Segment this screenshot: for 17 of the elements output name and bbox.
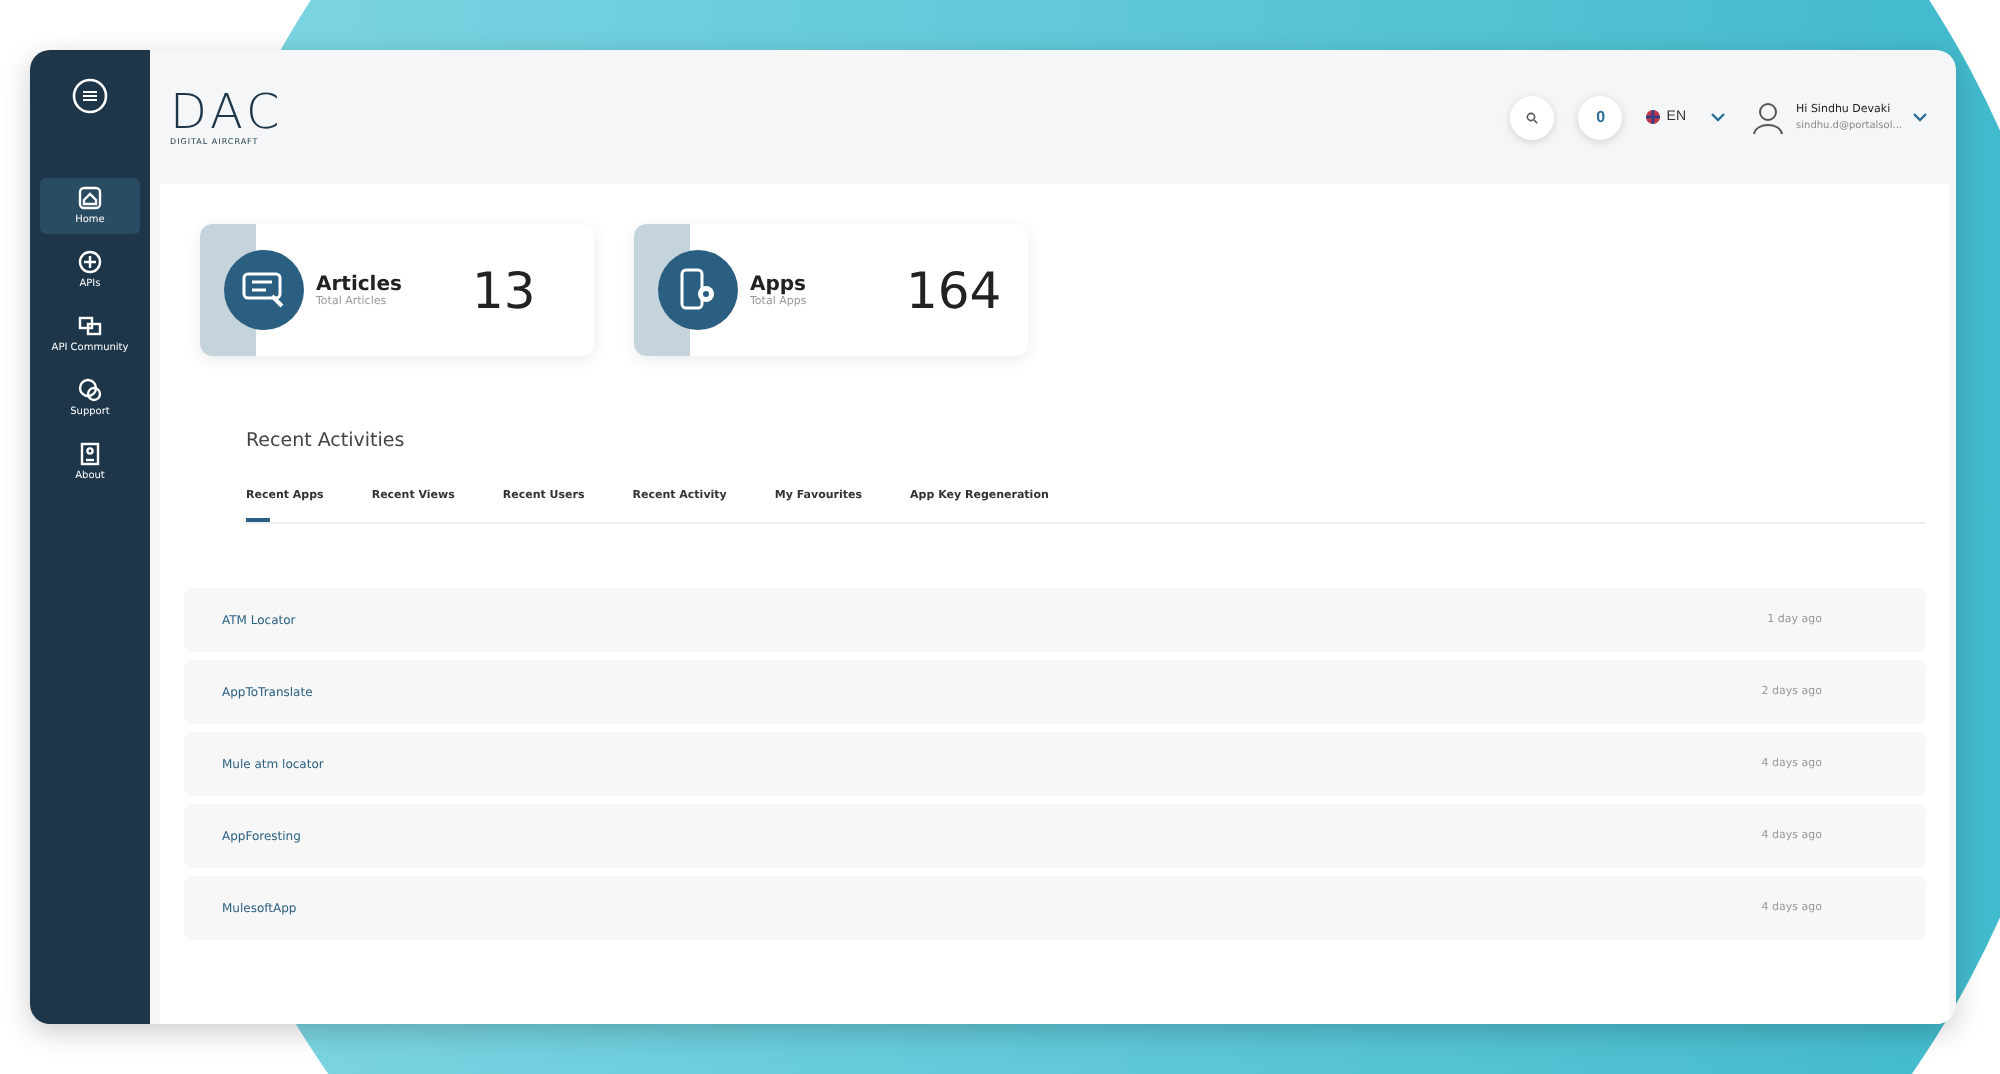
phone-gear-icon	[680, 268, 716, 312]
search-icon	[1526, 111, 1539, 123]
logo: DAC	[170, 88, 284, 136]
stat-title: Apps	[750, 273, 809, 295]
menu-icon[interactable]	[72, 78, 108, 114]
stat-value: 13	[472, 261, 536, 319]
stat-title: Articles	[316, 273, 404, 295]
chevron-down-icon[interactable]	[1710, 111, 1727, 123]
document-icon	[242, 272, 286, 308]
flag-icon	[1646, 110, 1661, 124]
chevron-down-icon[interactable]	[1912, 111, 1928, 123]
badge-icon	[78, 442, 102, 466]
home-icon	[78, 186, 102, 210]
section-title: Recent Activities	[246, 430, 405, 452]
stat-value: 164	[906, 261, 1002, 319]
user-avatar-icon	[1750, 99, 1787, 135]
notification-button[interactable]: 0	[1578, 95, 1623, 139]
